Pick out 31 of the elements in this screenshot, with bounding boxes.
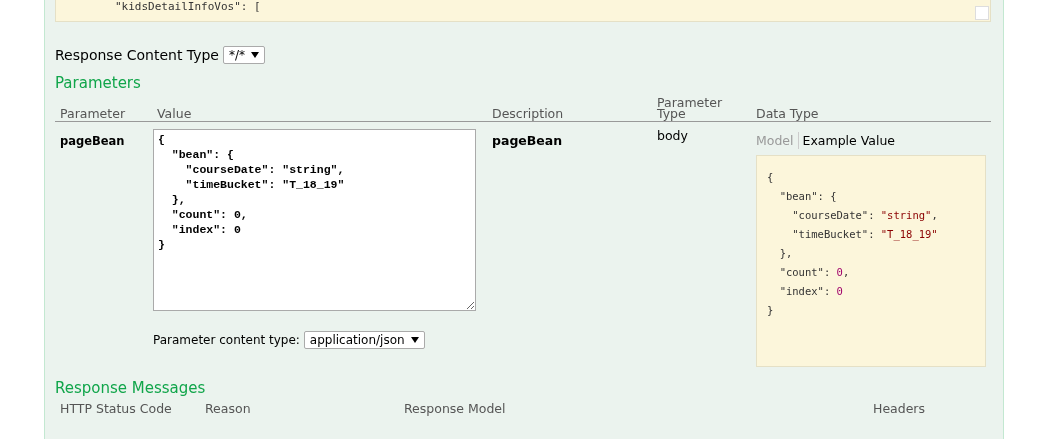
parameter-content-type-select[interactable]: application/json — [303, 331, 425, 349]
parameter-content-type-label: Parameter content type: — [153, 333, 300, 347]
column-header: Reason — [204, 401, 252, 416]
parameter-type: body — [657, 128, 689, 143]
response-content-type-label: Response Content Type — [55, 47, 219, 63]
response-messages-heading: Response Messages — [55, 379, 207, 397]
parameters-heading: Parameters — [55, 74, 142, 92]
column-header: Headers — [872, 401, 927, 416]
content-type-select[interactable]: */* — [223, 46, 266, 64]
code-line: }, — [778, 246, 793, 261]
parameter-name: pageBean — [60, 134, 125, 148]
code-line: "index": 0 — [778, 284, 843, 299]
data-type-tab[interactable]: Example Value — [802, 132, 900, 149]
code-line: "count": 0, — [778, 265, 850, 280]
column-header: HTTP Status Code — [59, 401, 173, 416]
column-header: Description — [492, 108, 564, 119]
code-line: "courseDate": "string", — [791, 208, 938, 223]
column-header: Value — [157, 108, 192, 119]
parameter-description: pageBean — [492, 133, 563, 148]
column-header: Data Type — [756, 108, 819, 119]
parameter-value-textarea[interactable]: { "bean": { "courseDate": "string", "timeBucket": "T_18_19" }, "count": 0, "index": 0 } — [153, 129, 476, 311]
code-line: } — [767, 303, 774, 318]
code-line: { — [767, 170, 774, 185]
column-header: Parameter — [60, 108, 126, 119]
code-line: "timeBucket": "T_18_19" — [791, 227, 938, 243]
response-body-textarea[interactable]: "kidsDetailInfoVos": [ — [55, 0, 991, 22]
column-header: Parameter Type — [657, 97, 723, 119]
code-line: "bean": { — [778, 189, 837, 204]
column-header: Response Model — [403, 401, 507, 416]
dropdown-arrow-icon — [410, 337, 419, 343]
dropdown-arrow-icon — [251, 52, 260, 58]
